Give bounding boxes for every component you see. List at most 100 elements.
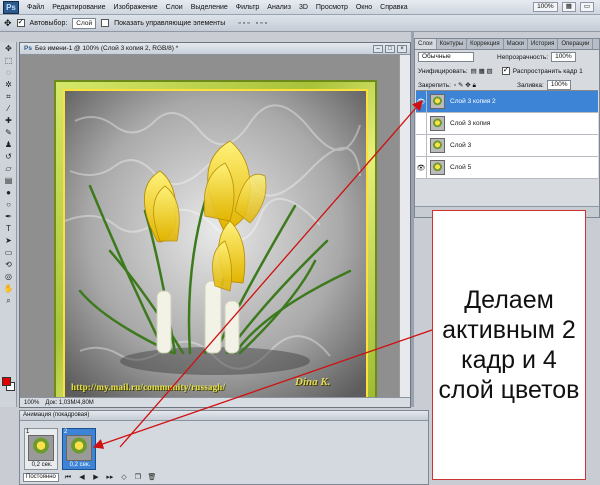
eyedropper-icon[interactable]: ⁄: [2, 103, 15, 114]
animation-frames: 1 0,2 сек. 2 0,2 сек.: [24, 428, 96, 470]
healing-brush-icon[interactable]: ✚: [2, 115, 15, 126]
eye-icon[interactable]: [416, 134, 427, 157]
brush-tool-icon[interactable]: ✎: [2, 127, 15, 138]
layers-panel: Слои Контуры Коррекция Маски История Операции…: [414, 38, 600, 218]
layer-row[interactable]: Слой 3 копия: [416, 112, 598, 135]
show-controls-label: Показать управляющие элементы: [114, 19, 226, 27]
lock-icons[interactable]: ▫ ✎ ✥ 🔒︎: [454, 81, 476, 90]
delete-frame-icon[interactable]: 🗑︎: [147, 474, 157, 482]
gradient-tool-icon[interactable]: ▤: [2, 175, 15, 186]
layer-row[interactable]: 👁︎ Слой 3 копия 2: [416, 90, 598, 113]
callout-text: Делаем активным 2 кадр и 4 слой цветов: [438, 286, 580, 404]
lasso-tool-icon[interactable]: ◌: [2, 67, 15, 78]
panel-tab[interactable]: Маски: [504, 39, 529, 49]
document-title: Без имени-1 @ 100% (Слой 3 копия 2, RGB/…: [34, 45, 179, 52]
stamp-tool-icon[interactable]: ♟: [2, 139, 15, 150]
close-icon[interactable]: ×: [397, 44, 407, 53]
prev-frame-icon[interactable]: ◀: [77, 474, 87, 482]
play-icon[interactable]: ▶: [91, 474, 101, 482]
path-select-icon[interactable]: ➤: [2, 235, 15, 246]
type-tool-icon[interactable]: T: [2, 223, 15, 234]
dodge-tool-icon[interactable]: ○: [2, 199, 15, 210]
layer-thumbnail: [430, 160, 445, 175]
menu-item[interactable]: Слои: [162, 4, 187, 11]
menu-item[interactable]: Файл: [23, 4, 48, 11]
crop-tool-icon[interactable]: ⌗: [2, 91, 15, 102]
history-brush-icon[interactable]: ↺: [2, 151, 15, 162]
layer-row[interactable]: 👁︎ Слой 5: [416, 156, 598, 179]
status-doc-info[interactable]: Док: 1,03M/4,80M: [45, 400, 93, 406]
move-tool-icon[interactable]: ✥: [2, 43, 15, 54]
blur-tool-icon[interactable]: ●: [2, 187, 15, 198]
first-frame-icon[interactable]: ⏮: [63, 474, 73, 482]
menu-item[interactable]: Выделение: [187, 4, 232, 11]
status-zoom[interactable]: 100%: [24, 400, 39, 406]
tween-icon[interactable]: ◇: [119, 474, 129, 482]
blend-mode-select[interactable]: Обычные: [418, 52, 474, 62]
layer-row[interactable]: Слой 3: [416, 134, 598, 157]
menu-item[interactable]: 3D: [295, 4, 312, 11]
panel-tab[interactable]: Операции: [558, 39, 594, 49]
panel-tab[interactable]: Коррекция: [467, 39, 504, 49]
zoom-select[interactable]: 100%: [533, 2, 558, 12]
shape-tool-icon[interactable]: ▭: [2, 247, 15, 258]
pen-tool-icon[interactable]: ✒: [2, 211, 15, 222]
hand-tool-icon[interactable]: ✋: [2, 283, 15, 294]
menu-item[interactable]: Просмотр: [312, 4, 352, 11]
tools-panel: ✥ ⬚ ◌ ✲ ⌗ ⁄ ✚ ✎ ♟ ↺ ▱ ▤ ● ○ ✒ T ➤ ▭ ⟲ ◎ …: [0, 42, 17, 407]
eye-icon[interactable]: [416, 112, 427, 135]
unify-row: Унифицировать: ▤ ▦ ▧ Распространить кадр…: [415, 64, 599, 78]
fill-input[interactable]: 100%: [546, 80, 572, 90]
panel-tabs: Слои Контуры Коррекция Маски История Операции: [415, 39, 599, 50]
animation-frame[interactable]: 2 0,2 сек.: [62, 428, 96, 470]
screen-mode-icon[interactable]: ▭: [579, 2, 594, 12]
magic-wand-icon[interactable]: ✲: [2, 79, 15, 90]
propagate-checkbox[interactable]: [501, 65, 510, 75]
layer-list: 👁︎ Слой 3 копия 2 Слой 3 копия Слой 3 👁︎ Слой…: [416, 90, 598, 179]
layer-name: Слой 3: [450, 142, 472, 149]
zoom-tool-icon[interactable]: ⌕: [2, 295, 15, 306]
frame-delay[interactable]: 0,2 сек.: [65, 462, 95, 468]
3d-orbit-icon[interactable]: ◎: [2, 271, 15, 282]
watermark-url: http://my.mail.ru/community/russagh/: [71, 382, 226, 392]
vertical-scrollbar[interactable]: [399, 55, 410, 398]
duplicate-frame-icon[interactable]: ❐: [133, 474, 143, 482]
eye-icon[interactable]: 👁︎: [416, 90, 427, 113]
menu-item[interactable]: Анализ: [263, 4, 295, 11]
image-frame: http://my.mail.ru/community/russagh/ Din…: [54, 80, 377, 398]
loop-select[interactable]: Постоянно: [23, 473, 59, 482]
autoselect-checkbox[interactable]: [16, 17, 25, 27]
photoshop-logo: Ps: [3, 0, 19, 14]
menu-item[interactable]: Окно: [352, 4, 376, 11]
layer-thumbnail: [430, 138, 445, 153]
arrange-icon[interactable]: ▦: [561, 2, 576, 12]
foreground-color-swatch[interactable]: [2, 377, 11, 386]
panel-tab[interactable]: Контуры: [437, 39, 468, 49]
panel-tab[interactable]: Слои: [415, 39, 437, 49]
animation-frame[interactable]: 1 0,2 сек.: [24, 428, 58, 470]
frame-delay[interactable]: 0,2 сек.: [27, 462, 57, 468]
menu-item[interactable]: Справка: [376, 4, 411, 11]
maximize-icon[interactable]: □: [385, 44, 395, 53]
move-tool-icon[interactable]: ✥: [4, 18, 12, 29]
lock-label: Закрепить:: [418, 81, 451, 89]
menu-item[interactable]: Редактирование: [48, 4, 109, 11]
align-icons[interactable]: ▫▫▫ ▫▫▫: [238, 20, 269, 27]
ps-doc-icon: Ps: [24, 45, 32, 52]
marquee-tool-icon[interactable]: ⬚: [2, 55, 15, 66]
panel-tab[interactable]: История: [528, 39, 559, 49]
next-frame-icon[interactable]: ▸▸: [105, 474, 115, 482]
3d-rotate-icon[interactable]: ⟲: [2, 259, 15, 270]
opacity-label: Непрозрачность:: [497, 53, 549, 61]
opacity-input[interactable]: 100%: [551, 52, 576, 62]
animation-controls: Постоянно ⏮ ◀ ▶ ▸▸ ◇ ❐ 🗑︎: [23, 473, 157, 482]
unify-icons[interactable]: ▤ ▦ ▧: [471, 67, 493, 75]
menu-item[interactable]: Фильтр: [232, 4, 264, 11]
menu-item[interactable]: Изображение: [110, 4, 162, 11]
minimize-icon[interactable]: –: [373, 44, 383, 53]
autoselect-select[interactable]: Слой: [72, 17, 97, 29]
eye-icon[interactable]: 👁︎: [416, 156, 427, 179]
show-controls-checkbox[interactable]: [101, 19, 110, 27]
eraser-tool-icon[interactable]: ▱: [2, 163, 15, 174]
canvas-area[interactable]: http://my.mail.ru/community/russagh/ Din…: [20, 55, 400, 398]
